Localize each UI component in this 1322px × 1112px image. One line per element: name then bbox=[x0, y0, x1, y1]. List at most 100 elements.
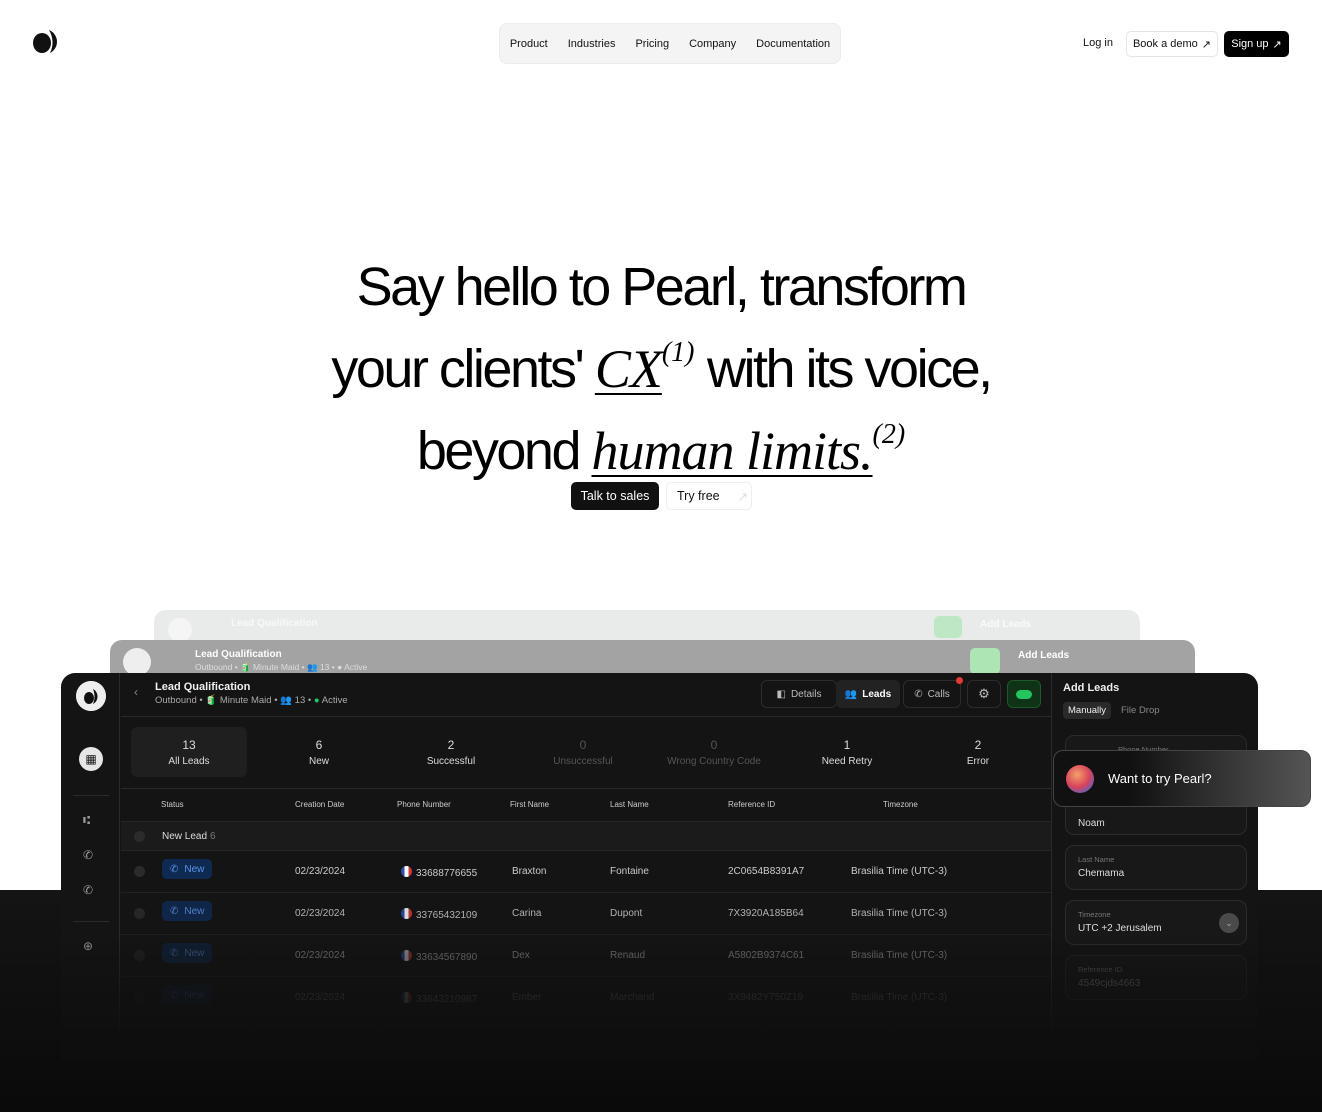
stat-value: 13 bbox=[182, 737, 196, 752]
row-checkbox[interactable] bbox=[134, 908, 145, 919]
avatar bbox=[123, 648, 151, 676]
col-reference-id[interactable]: Reference ID bbox=[728, 800, 775, 809]
chevron-down-icon[interactable]: ⌄ bbox=[1219, 913, 1239, 933]
status-label: New bbox=[184, 905, 205, 917]
back-chevron-icon[interactable]: ‹ bbox=[134, 685, 138, 699]
col-first-name[interactable]: First Name bbox=[510, 800, 549, 809]
client-icon: 🧃 bbox=[205, 695, 218, 706]
france-flag-icon bbox=[401, 866, 412, 877]
reference-id: 3X9482Y750Z19 bbox=[728, 992, 804, 1003]
nav-industries[interactable]: Industries bbox=[568, 38, 616, 50]
tab-calls[interactable]: ✆ Calls bbox=[903, 680, 961, 708]
phone-cell: 33634567890 bbox=[401, 950, 477, 963]
add-leads-panel: Add Leads Manually File Drop Phone Numbe… bbox=[1051, 673, 1258, 1053]
dashboard-grid-icon[interactable]: ▦ bbox=[79, 747, 103, 771]
stat-value: 2 bbox=[974, 737, 982, 752]
status-label: New bbox=[184, 947, 205, 959]
tab-leads[interactable]: 👥 Leads bbox=[836, 680, 900, 708]
status-dot-icon: ● bbox=[313, 695, 320, 706]
divider bbox=[73, 795, 109, 796]
group-header-new-lead[interactable]: New Lead 6 bbox=[121, 821, 1051, 851]
settings-gear-icon[interactable]: ⚙ bbox=[967, 680, 1001, 708]
add-leads-title: Add Leads bbox=[1063, 682, 1120, 694]
nav-product[interactable]: Product bbox=[510, 38, 548, 50]
row-checkbox[interactable] bbox=[134, 950, 145, 961]
last-name-field[interactable]: Last Name Chemama bbox=[1065, 845, 1247, 890]
stat-wrong-country-code[interactable]: 0 Wrong Country Code bbox=[649, 727, 779, 777]
add-leads-title: Add Leads bbox=[980, 619, 1032, 630]
talk-to-sales-button[interactable]: Talk to sales bbox=[571, 482, 659, 510]
row-checkbox[interactable] bbox=[134, 866, 145, 877]
creation-date: 02/23/2024 bbox=[295, 866, 346, 877]
reference-id: A5802B9374C61 bbox=[728, 950, 805, 961]
tab-manually[interactable]: Manually bbox=[1063, 702, 1112, 719]
table-row[interactable]: ✆ New 02/23/2024 33688776655 Braxton Font… bbox=[121, 851, 1051, 893]
stat-successful[interactable]: 2 Successful bbox=[386, 727, 516, 777]
pearl-logo[interactable] bbox=[32, 28, 60, 54]
signup-button[interactable]: Sign up ↗ bbox=[1224, 31, 1289, 57]
status-badge: ✆ New bbox=[162, 943, 213, 963]
col-status[interactable]: Status bbox=[161, 800, 184, 809]
workflow-icon[interactable]: ⑆ bbox=[83, 813, 90, 827]
group-checkbox[interactable] bbox=[134, 831, 145, 842]
tab-label: Leads bbox=[862, 688, 892, 700]
sidebar: ▦ ⑆ ✆ ✆ ⊕ bbox=[61, 673, 120, 1053]
pearl-orb-icon bbox=[1066, 764, 1094, 793]
active-toggle[interactable] bbox=[1007, 680, 1041, 708]
tab-details[interactable]: ◧ Details bbox=[761, 680, 837, 708]
field-label: Last Name bbox=[1078, 855, 1115, 864]
creation-date: 02/23/2024 bbox=[295, 908, 346, 919]
hero-headline: Say hello to Pearl, transform your clien… bbox=[0, 254, 1322, 484]
arrow-up-right-icon: ↗ bbox=[1201, 38, 1212, 51]
try-pearl-popup[interactable]: Want to try Pearl? bbox=[1053, 750, 1311, 807]
stat-label: Need Retry bbox=[821, 755, 873, 767]
nav-company[interactable]: Company bbox=[689, 38, 736, 50]
reference-id-field[interactable]: Reference ID 4549cjds4663 bbox=[1065, 955, 1247, 1000]
divider bbox=[73, 921, 109, 922]
login-link[interactable]: Log in bbox=[1083, 37, 1113, 49]
phone-cell: 33643210987 bbox=[401, 992, 477, 1005]
outgoing-call-icon[interactable]: ✆ bbox=[83, 883, 93, 897]
table-row[interactable]: ✆ New 02/23/2024 33634567890 Dex Renaud A… bbox=[121, 935, 1051, 977]
phone-icon: ✆ bbox=[914, 688, 923, 700]
timezone-select[interactable]: Timezone UTC +2 Jerusalem ⌄ bbox=[1065, 900, 1247, 945]
table-row[interactable]: ✆ New 02/23/2024 33765432109 Carina Dupon… bbox=[121, 893, 1051, 935]
col-timezone[interactable]: Timezone bbox=[883, 800, 918, 809]
nav-documentation[interactable]: Documentation bbox=[756, 38, 830, 50]
tab-file-drop[interactable]: File Drop bbox=[1121, 705, 1160, 716]
col-creation-date[interactable]: Creation Date bbox=[295, 800, 344, 809]
incoming-call-icon[interactable]: ✆ bbox=[83, 848, 93, 862]
people-icon: 👥 bbox=[844, 688, 858, 700]
stat-value: 2 bbox=[447, 737, 455, 752]
last-name: Marchand bbox=[610, 992, 655, 1003]
stat-new[interactable]: 6 New bbox=[254, 727, 384, 777]
try-free-button[interactable]: Try free ↗ bbox=[666, 482, 752, 510]
org-avatar[interactable] bbox=[76, 681, 106, 711]
nav-pricing[interactable]: Pricing bbox=[635, 38, 669, 50]
hero-line-1: Say hello to Pearl, transform bbox=[356, 257, 968, 317]
stat-all-leads[interactable]: 13 All Leads bbox=[131, 727, 247, 777]
details-icon: ◧ bbox=[776, 688, 786, 700]
book-demo-button[interactable]: Book a demo ↗ bbox=[1126, 31, 1218, 57]
stat-unsuccessful[interactable]: 0 Unsuccessful bbox=[518, 727, 648, 777]
globe-icon[interactable]: ⊕ bbox=[83, 939, 93, 953]
stat-need-retry[interactable]: 1 Need Retry bbox=[782, 727, 912, 777]
row-checkbox[interactable] bbox=[134, 992, 145, 1003]
status-text: Active bbox=[321, 695, 348, 706]
hero-text: beyond bbox=[416, 421, 582, 481]
col-last-name[interactable]: Last Name bbox=[610, 800, 649, 809]
phone-number: 33688776655 bbox=[416, 868, 478, 879]
phone-cell: 33765432109 bbox=[401, 908, 477, 921]
people-icon: 👥 bbox=[280, 695, 293, 706]
first-name: Ember bbox=[512, 992, 542, 1003]
table-row[interactable]: ✆ New 02/23/2024 33643210987 Ember Marcha… bbox=[121, 977, 1051, 1019]
col-phone[interactable]: Phone Number bbox=[397, 800, 451, 809]
add-leads-title: Add Leads bbox=[1018, 650, 1070, 661]
status-label: New bbox=[184, 989, 205, 1001]
stat-value: 1 bbox=[843, 737, 851, 752]
phone-icon: ✆ bbox=[170, 947, 179, 959]
creation-date: 02/23/2024 bbox=[295, 992, 346, 1003]
field-value: UTC +2 Jerusalem bbox=[1078, 923, 1162, 934]
phone-cell: 33688776655 bbox=[401, 866, 477, 879]
stat-error[interactable]: 2 Error bbox=[913, 727, 1043, 777]
